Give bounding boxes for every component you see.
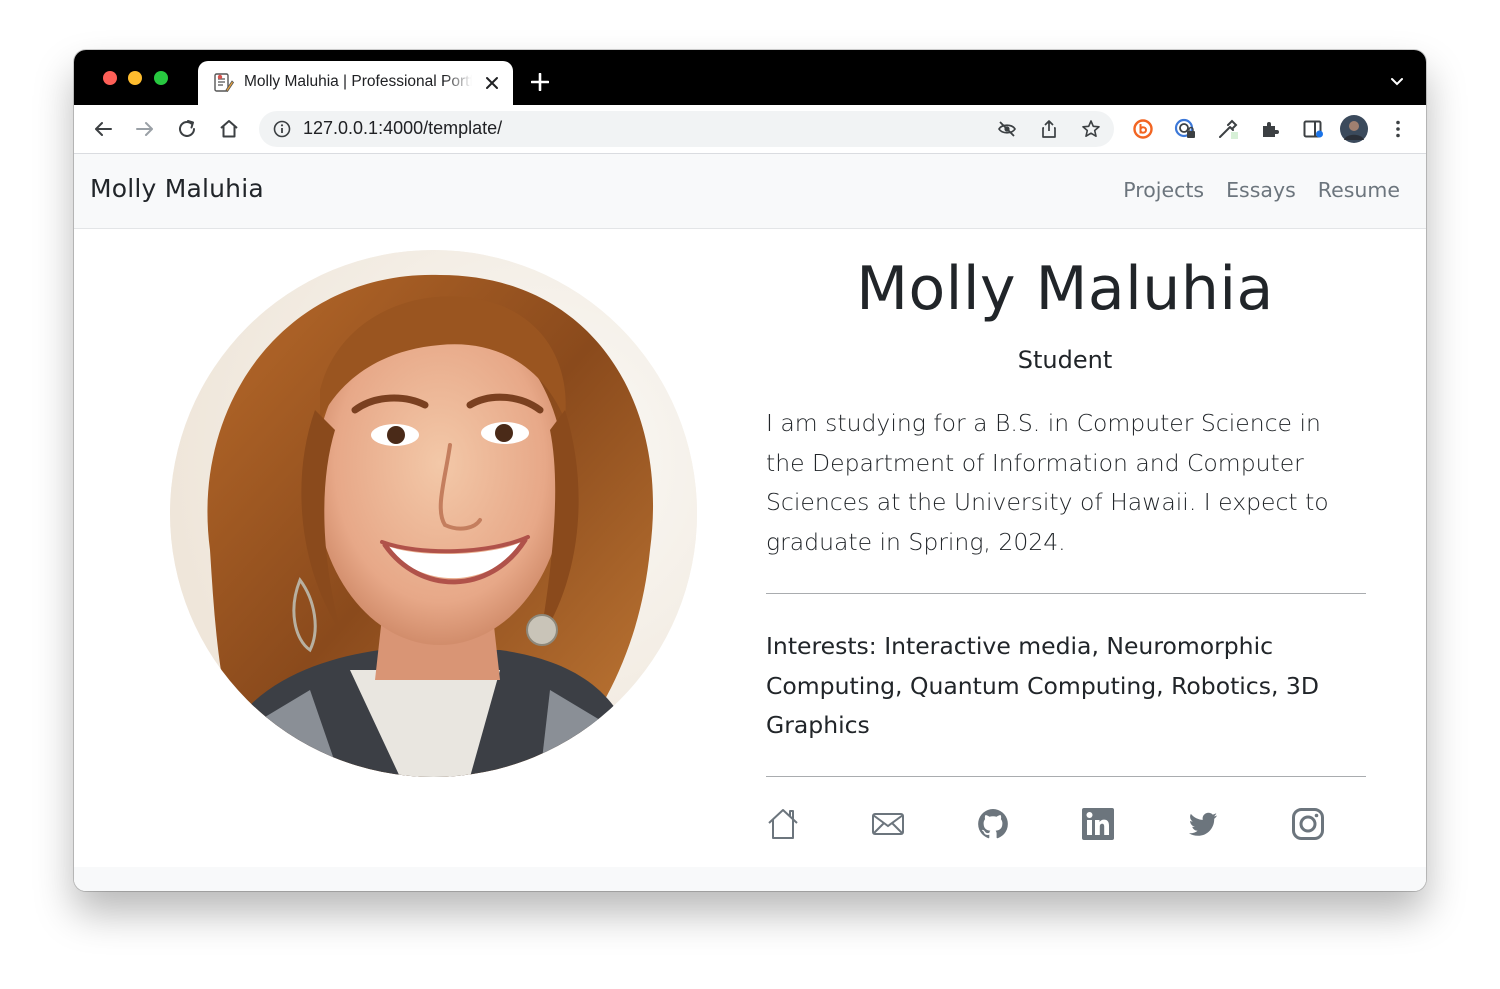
tab-bar: Molly Maluhia | Professional Portfolio	[74, 50, 1426, 105]
close-tab-icon[interactable]	[485, 76, 499, 90]
browser-toolbar: 127.0.0.1:4000/template/	[74, 105, 1426, 154]
profile-name: Molly Maluhia	[856, 254, 1274, 324]
minimize-window-button[interactable]	[128, 71, 142, 85]
zoom-window-button[interactable]	[154, 71, 168, 85]
url-text[interactable]: 127.0.0.1:4000/template/	[303, 118, 502, 139]
divider	[766, 776, 1366, 777]
envelope-icon[interactable]	[871, 807, 905, 841]
back-arrow-icon[interactable]	[92, 118, 114, 140]
site-info-icon[interactable]	[273, 120, 291, 138]
nav-link-projects[interactable]: Projects	[1123, 178, 1204, 202]
footer-strip	[74, 867, 1426, 891]
eye-slash-icon[interactable]	[997, 119, 1017, 139]
more-menu-icon[interactable]	[1387, 118, 1409, 140]
instagram-icon[interactable]	[1291, 807, 1325, 841]
browser-window: Molly Maluhia | Professional Portfolio	[74, 50, 1426, 891]
divider	[766, 593, 1366, 594]
bookmark-star-icon[interactable]	[1081, 119, 1101, 139]
profile-bio: I am studying for a B.S. in Computer Sci…	[766, 409, 1329, 556]
extension-lock-icon[interactable]	[1174, 118, 1196, 140]
twitter-icon[interactable]	[1186, 807, 1220, 841]
document-favicon-icon	[214, 73, 234, 93]
github-icon[interactable]	[976, 807, 1010, 841]
tab-search-chevron-icon[interactable]	[1390, 77, 1404, 87]
new-tab-icon[interactable]	[531, 73, 549, 91]
site-navbar: Molly Maluhia Projects Essays Resume	[74, 154, 1426, 229]
eyedropper-icon[interactable]	[1217, 118, 1239, 140]
forward-arrow-icon[interactable]	[134, 118, 156, 140]
share-icon[interactable]	[1039, 119, 1059, 139]
social-links	[766, 807, 1366, 843]
portrait-illustration	[170, 250, 697, 777]
active-tab[interactable]: Molly Maluhia | Professional Portfolio	[198, 61, 513, 105]
profile-photo	[170, 250, 697, 777]
address-bar[interactable]: 127.0.0.1:4000/template/	[259, 111, 1114, 147]
side-panel-icon[interactable]	[1302, 118, 1324, 140]
profile-avatar[interactable]	[1340, 115, 1368, 143]
home-button-icon[interactable]	[218, 118, 240, 140]
nav-link-essays[interactable]: Essays	[1226, 178, 1296, 202]
profile-interests: Interests: Interactive media, Neuromorph…	[766, 632, 1319, 739]
profile-title: Student	[1017, 346, 1113, 374]
tab-title: Molly Maluhia | Professional Portfolio	[244, 73, 472, 93]
close-window-button[interactable]	[103, 71, 117, 85]
nav-links: Projects Essays Resume	[1123, 178, 1400, 202]
home-icon[interactable]	[766, 807, 800, 841]
extensions-puzzle-icon[interactable]	[1259, 118, 1281, 140]
nav-link-resume[interactable]: Resume	[1318, 178, 1400, 202]
site-brand-link[interactable]: Molly Maluhia	[90, 174, 264, 203]
extension-b-icon[interactable]	[1132, 118, 1154, 140]
linkedin-icon[interactable]	[1081, 807, 1115, 841]
page-content: Molly Maluhia Projects Essays Resume Mol…	[74, 154, 1426, 891]
reload-icon[interactable]	[176, 118, 198, 140]
